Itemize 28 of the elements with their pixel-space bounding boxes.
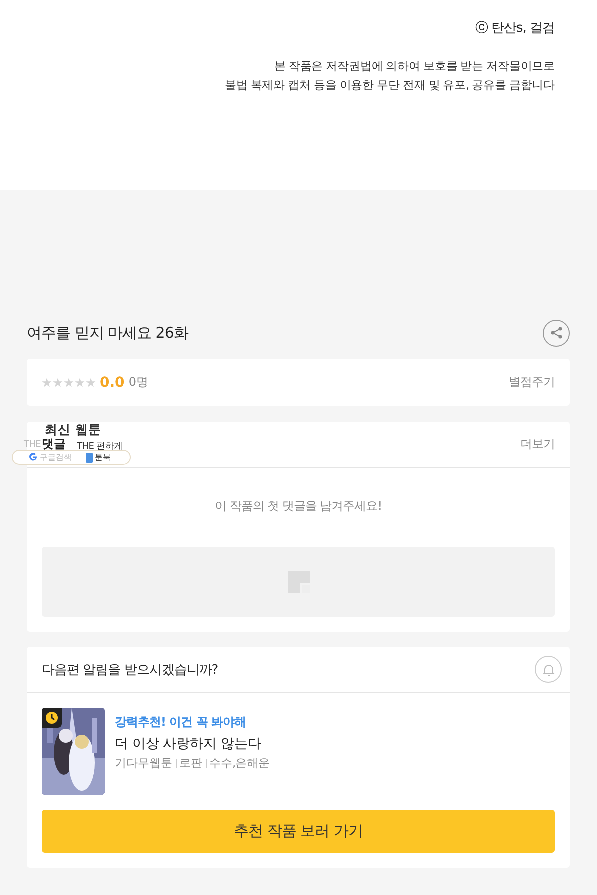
notice-text: 본 작품은 저작권법에 의하여 보호를 받는 저작물이므로: [274, 59, 555, 74]
notice-text: 불법 복제와 캡처 등을 이용한 무단 전재 및 유포, 공유를 금합니다: [224, 78, 555, 93]
share-icon: [550, 326, 564, 340]
copyright-text: ⓒ 탄산s, 걸검: [475, 20, 555, 37]
rating-count: 0명: [128, 374, 148, 391]
book-icon: [86, 452, 93, 462]
more-link[interactable]: 더보기: [520, 436, 555, 453]
g-letter-icon: [29, 453, 38, 462]
recommendation-tagline: 강력추천! 이건 꼭 봐야해: [115, 714, 248, 731]
alert-question: 다음편 알림을 받으시겠습니까?: [42, 662, 218, 678]
bell-icon: [542, 662, 556, 676]
overlay-title: 최신 웹툰: [45, 422, 102, 438]
recommend-button[interactable]: 추천 작품 보러 가기: [42, 810, 555, 853]
episode-title: 여주를 믿지 마세요 26화: [27, 324, 188, 342]
share-button[interactable]: [543, 320, 570, 346]
book-link[interactable]: 툰북: [86, 452, 111, 463]
meta-text: 로판: [180, 756, 202, 771]
recommended-title[interactable]: 더 이상 사랑하지 않는다: [115, 735, 270, 753]
rating-score: 0.0: [100, 374, 125, 390]
clock-icon: [42, 708, 62, 728]
empty-message: 이 작품의 첫 댓글을 남겨주세요!: [214, 498, 384, 515]
meta-text: 기다무웹툰: [115, 756, 172, 771]
bell-button[interactable]: [535, 656, 562, 683]
overlay-text: THE 편하게: [77, 441, 123, 453]
comments-title: 댓글: [42, 436, 66, 453]
meta-text: 수수,은해운: [210, 756, 270, 771]
rate-link[interactable]: 별점주기: [509, 374, 555, 391]
overlay-text: THE: [24, 440, 42, 452]
